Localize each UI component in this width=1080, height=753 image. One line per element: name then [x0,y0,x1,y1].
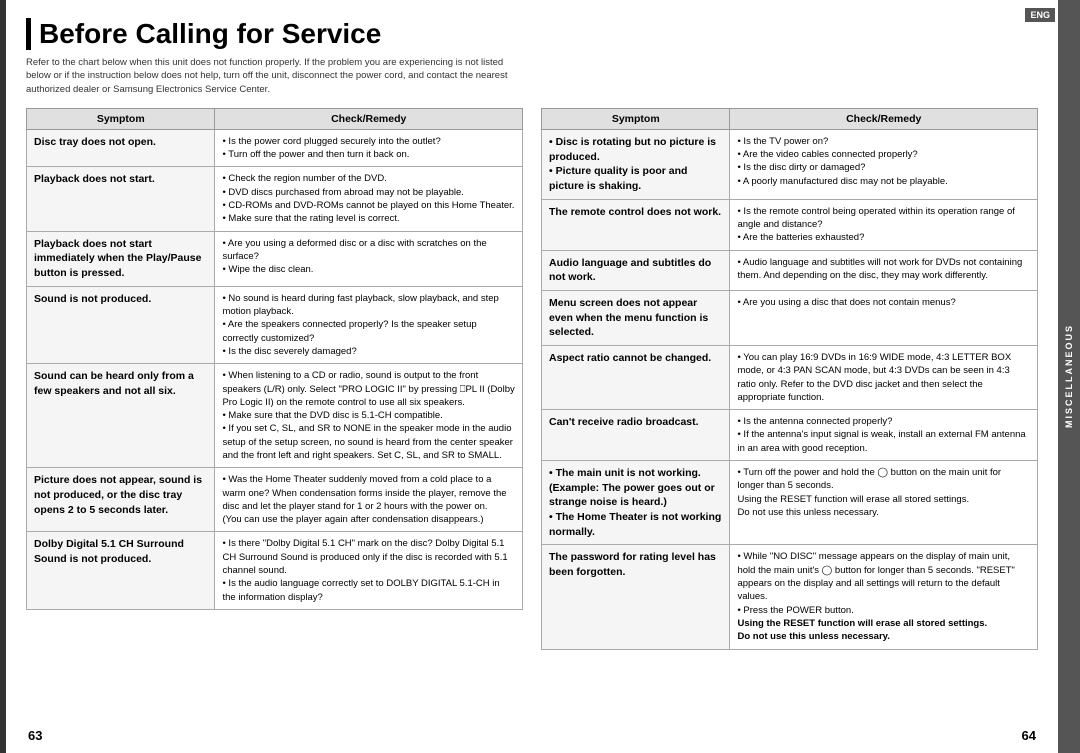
table-row: The password for rating level has been f… [542,545,1038,649]
left-table: Symptom Check/Remedy Disc tray does not … [26,108,523,610]
symptom-cell: • The main unit is not working. (Example… [542,461,730,545]
symptom-cell: The remote control does not work. [542,199,730,250]
tables-container: Symptom Check/Remedy Disc tray does not … [26,108,1038,720]
page-subtitle: Refer to the chart below when this unit … [26,56,526,96]
main-content: ENG Before Calling for Service Refer to … [6,0,1058,753]
symptom-cell: Playback does not start. [27,167,215,231]
page-numbers: 63 64 [26,728,1038,743]
table-row: Audio language and subtitles do not work… [542,250,1038,290]
right-sidebar: MISCELLANEOUS [1058,0,1080,753]
table-row: Disc tray does not open. • Is the power … [27,129,523,167]
remedy-cell: • Is there "Dolby Digital 5.1 CH" mark o… [215,532,523,609]
symptom-cell: Dolby Digital 5.1 CH Surround Sound is n… [27,532,215,609]
symptom-cell: Disc tray does not open. [27,129,215,167]
remedy-cell: • Is the power cord plugged securely int… [215,129,523,167]
remedy-cell: • Is the TV power on? • Are the video ca… [730,129,1038,199]
symptom-cell: Can't receive radio broadcast. [542,410,730,461]
symptom-cell: Audio language and subtitles do not work… [542,250,730,290]
remedy-cell: • No sound is heard during fast playback… [215,286,523,363]
table-row: Can't receive radio broadcast. • Is the … [542,410,1038,461]
symptom-cell: Sound is not produced. [27,286,215,363]
right-col-symptom: Symptom [542,108,730,129]
remedy-cell: • Are you using a disc that does not con… [730,290,1038,345]
right-col-remedy: Check/Remedy [730,108,1038,129]
table-row: Picture does not appear, sound is not pr… [27,468,523,532]
symptom-cell: Menu screen does not appear even when th… [542,290,730,345]
symptom-cell: The password for rating level has been f… [542,545,730,649]
left-table-section: Symptom Check/Remedy Disc tray does not … [26,108,523,720]
symptom-cell: Aspect ratio cannot be changed. [542,345,730,409]
table-row: Sound is not produced. • No sound is hea… [27,286,523,363]
remedy-cell: • Audio language and subtitles will not … [730,250,1038,290]
remedy-cell: • You can play 16:9 DVDs in 16:9 WIDE mo… [730,345,1038,409]
eng-badge: ENG [1025,8,1055,22]
table-row: Sound can be heard only from a few speak… [27,364,523,468]
remedy-cell: • When listening to a CD or radio, sound… [215,364,523,468]
table-row: Dolby Digital 5.1 CH Surround Sound is n… [27,532,523,609]
page-number-left: 63 [28,728,42,743]
sidebar-label: MISCELLANEOUS [1064,324,1074,428]
table-row: The remote control does not work. • Is t… [542,199,1038,250]
symptom-cell: Picture does not appear, sound is not pr… [27,468,215,532]
remedy-cell: • Was the Home Theater suddenly moved fr… [215,468,523,532]
right-table-section: Symptom Check/Remedy • Disc is rotating … [541,108,1038,720]
right-table: Symptom Check/Remedy • Disc is rotating … [541,108,1038,650]
table-row: Playback does not start. • Check the reg… [27,167,523,231]
table-row: Playback does not start immediately when… [27,231,523,286]
symptom-cell: Playback does not start immediately when… [27,231,215,286]
page-container: ENG Before Calling for Service Refer to … [0,0,1080,753]
remedy-cell: • Are you using a deformed disc or a dis… [215,231,523,286]
page-title: Before Calling for Service [26,18,1038,50]
table-row: • Disc is rotating but no picture is pro… [542,129,1038,199]
remedy-cell: • Turn off the power and hold the ◯ butt… [730,461,1038,545]
table-row: • The main unit is not working. (Example… [542,461,1038,545]
table-row: Aspect ratio cannot be changed. • You ca… [542,345,1038,409]
remedy-cell: • While "NO DISC" message appears on the… [730,545,1038,649]
symptom-cell: Sound can be heard only from a few speak… [27,364,215,468]
left-col-remedy: Check/Remedy [215,108,523,129]
remedy-cell: • Is the antenna connected properly? • I… [730,410,1038,461]
left-col-symptom: Symptom [27,108,215,129]
symptom-cell: • Disc is rotating but no picture is pro… [542,129,730,199]
page-number-right: 64 [1022,728,1036,743]
remedy-cell: • Is the remote control being operated w… [730,199,1038,250]
table-row: Menu screen does not appear even when th… [542,290,1038,345]
remedy-cell: • Check the region number of the DVD. • … [215,167,523,231]
